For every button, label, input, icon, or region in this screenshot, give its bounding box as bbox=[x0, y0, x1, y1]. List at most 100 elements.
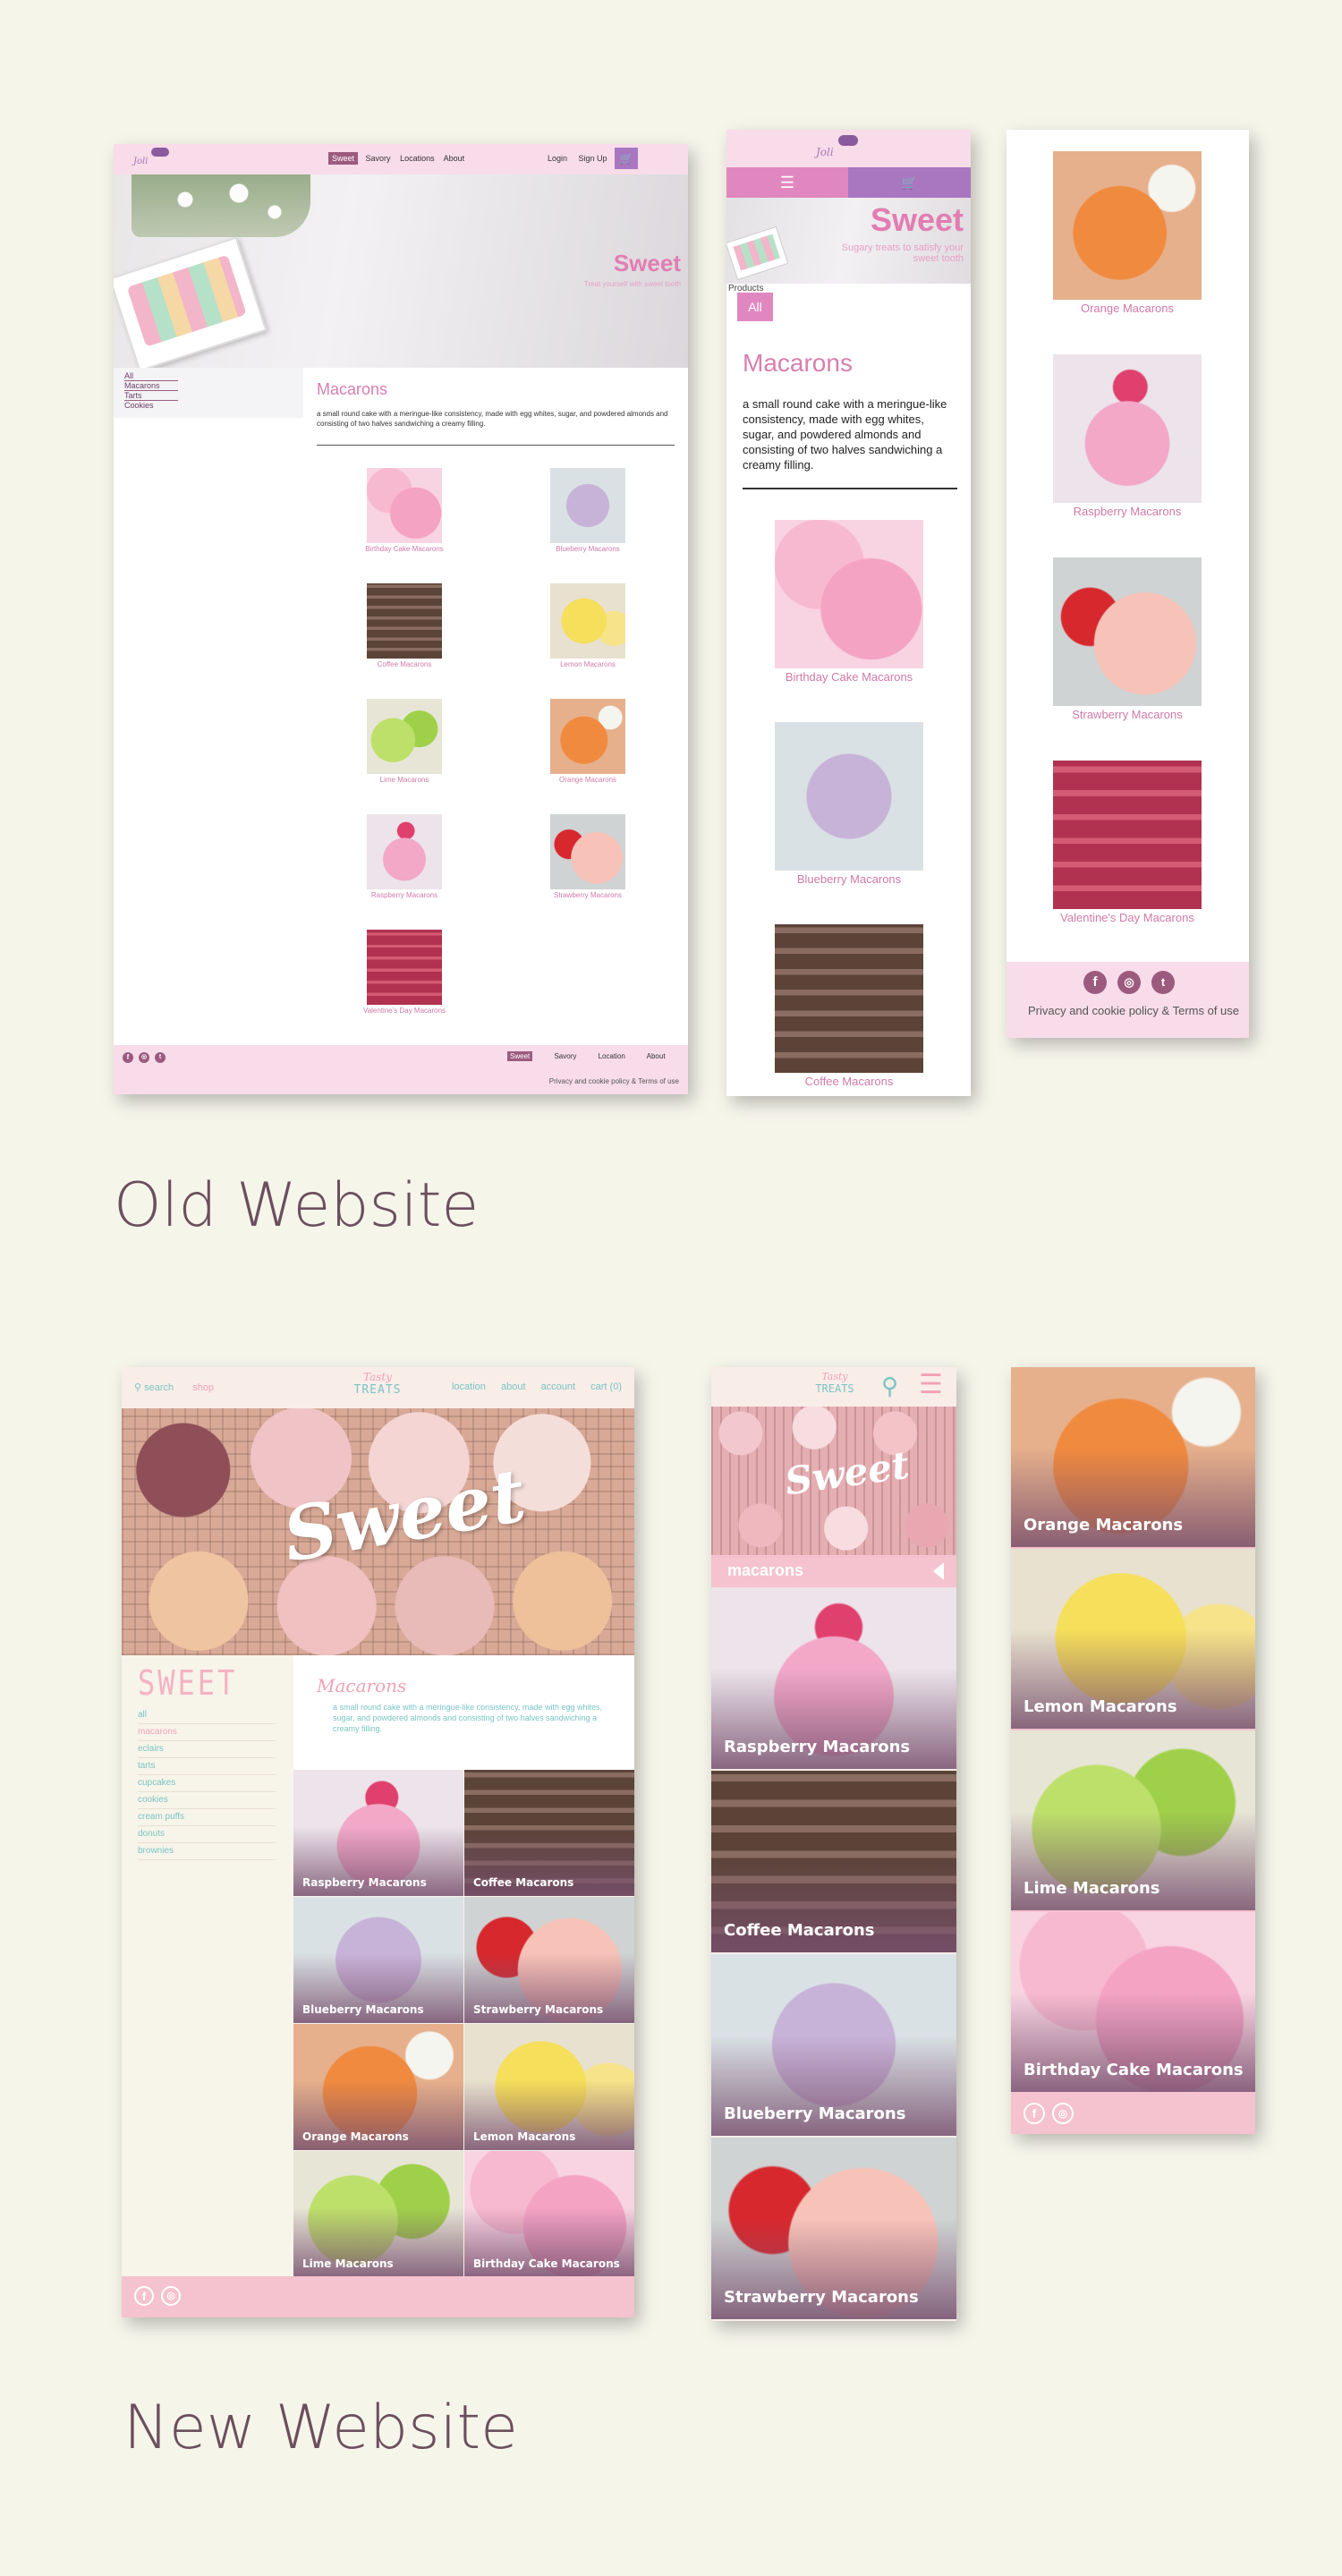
sidebar-tarts[interactable]: Tarts bbox=[124, 391, 178, 401]
nav-cart[interactable]: cart (0) bbox=[590, 1382, 622, 1392]
shop-link[interactable]: shop bbox=[192, 1382, 214, 1393]
orange-macarons-image[interactable] bbox=[1053, 151, 1202, 300]
sidebar-all[interactable]: All bbox=[124, 371, 178, 381]
mobile-menu-button[interactable]: ☰ bbox=[726, 167, 848, 198]
footer-sweet[interactable]: Sweet bbox=[507, 1051, 533, 1061]
strawberry-macarons-tile[interactable]: Strawberry Macarons bbox=[464, 1897, 634, 2023]
chevron-left-icon[interactable] bbox=[933, 1562, 944, 1580]
coffee-macarons-tile[interactable]: Coffee Macarons bbox=[464, 1770, 634, 1896]
footer-location[interactable]: Location bbox=[599, 1052, 625, 1060]
sidebar-cookies[interactable]: cookies bbox=[138, 1792, 276, 1809]
product-caption[interactable]: Birthday Cake Macarons bbox=[735, 670, 963, 684]
search-icon[interactable]: ⚲ bbox=[881, 1373, 898, 1400]
category-bar[interactable]: macarons bbox=[711, 1555, 956, 1587]
raspberry-macarons-tile[interactable]: Raspberry Macarons bbox=[293, 1770, 463, 1896]
nav-location[interactable]: location bbox=[452, 1382, 486, 1392]
lemon-macarons-tile[interactable]: Lemon Macarons bbox=[464, 2024, 634, 2150]
instagram-icon[interactable]: ◎ bbox=[139, 1052, 149, 1063]
product-caption[interactable]: Valentine's Day Macarons bbox=[1015, 911, 1239, 924]
nav-about[interactable]: About bbox=[444, 154, 465, 163]
footer-privacy[interactable]: Privacy and cookie policy & Terms of use bbox=[1024, 1003, 1239, 1019]
strawberry-macarons-tile[interactable]: Strawberry Macarons bbox=[711, 2138, 956, 2319]
product-caption[interactable]: Raspberry Macarons bbox=[340, 891, 469, 899]
sidebar-all[interactable]: all bbox=[138, 1707, 276, 1724]
nav-locations[interactable]: Locations bbox=[400, 154, 435, 163]
product-caption[interactable]: Lime Macarons bbox=[340, 776, 469, 784]
nav-sweet[interactable]: Sweet bbox=[328, 152, 359, 165]
birthday-cake-macarons-tile[interactable]: Birthday Cake Macarons bbox=[1011, 1912, 1255, 2092]
all-filter-button[interactable]: All bbox=[737, 293, 773, 321]
coffee-macarons-tile[interactable]: Coffee Macarons bbox=[711, 1771, 956, 1952]
product-caption[interactable]: Strawberry Macarons bbox=[1015, 708, 1239, 721]
tasty-treats-logo[interactable]: Tasty TREATS bbox=[810, 1371, 860, 1395]
cart-button[interactable]: 🛒 bbox=[615, 148, 638, 169]
lime-macarons-tile[interactable]: Lime Macarons bbox=[1011, 1730, 1255, 1910]
lime-macarons-image[interactable] bbox=[367, 699, 442, 774]
strawberry-macarons-image[interactable] bbox=[550, 814, 625, 889]
footer-savory[interactable]: Savory bbox=[554, 1052, 576, 1060]
mobile-cart-button[interactable]: 🛒 bbox=[848, 167, 971, 198]
facebook-icon[interactable]: f bbox=[134, 2286, 154, 2306]
instagram-icon[interactable]: ◎ bbox=[161, 2286, 181, 2306]
sidebar-cookies[interactable]: Cookies bbox=[124, 401, 293, 410]
orange-macarons-tile[interactable]: Orange Macarons bbox=[293, 2024, 463, 2150]
old-logo[interactable]: Joli bbox=[133, 148, 187, 171]
product-caption[interactable]: Orange Macarons bbox=[1015, 302, 1239, 315]
lemon-macarons-image[interactable] bbox=[550, 583, 625, 659]
facebook-icon[interactable]: f bbox=[123, 1052, 133, 1063]
sidebar-tarts[interactable]: tarts bbox=[138, 1758, 276, 1775]
signup-link[interactable]: Sign Up bbox=[579, 154, 607, 163]
instagram-icon[interactable]: ◎ bbox=[1117, 971, 1141, 994]
raspberry-macarons-tile[interactable]: Raspberry Macarons bbox=[711, 1587, 956, 1769]
coffee-macarons-image[interactable] bbox=[367, 583, 442, 659]
lime-macarons-tile[interactable]: Lime Macarons bbox=[293, 2151, 463, 2277]
sidebar-eclairs[interactable]: eclairs bbox=[138, 1741, 276, 1758]
product-caption[interactable]: Blueberry Macarons bbox=[735, 872, 963, 886]
instagram-icon[interactable]: ◎ bbox=[1052, 2103, 1074, 2124]
birthday-cake-macarons-image[interactable] bbox=[775, 520, 923, 668]
product-caption[interactable]: Coffee Macarons bbox=[340, 660, 469, 668]
nav-about[interactable]: about bbox=[501, 1382, 526, 1392]
sidebar-cream-puffs[interactable]: cream puffs bbox=[138, 1809, 276, 1826]
valentine-s-day-macarons-image[interactable] bbox=[367, 930, 442, 1005]
twitter-icon[interactable]: t bbox=[155, 1052, 166, 1063]
lemon-macarons-tile[interactable]: Lemon Macarons bbox=[1011, 1549, 1255, 1729]
twitter-icon[interactable]: t bbox=[1151, 971, 1175, 994]
product-caption[interactable]: Blueberry Macarons bbox=[523, 545, 652, 553]
orange-macarons-tile[interactable]: Orange Macarons bbox=[1011, 1367, 1255, 1547]
sidebar-macarons[interactable]: Macarons bbox=[124, 381, 178, 391]
product-caption[interactable]: Raspberry Macarons bbox=[1015, 505, 1239, 518]
facebook-icon[interactable]: f bbox=[1023, 2103, 1045, 2124]
valentine-s-day-macarons-image[interactable] bbox=[1053, 761, 1202, 909]
footer-privacy[interactable]: Privacy and cookie policy & Terms of use bbox=[549, 1077, 679, 1085]
raspberry-macarons-image[interactable] bbox=[1053, 354, 1202, 503]
birthday-cake-macarons-image[interactable] bbox=[367, 468, 442, 543]
blueberry-macarons-tile[interactable]: Blueberry Macarons bbox=[711, 1954, 956, 2136]
sidebar-brownies[interactable]: brownies bbox=[138, 1843, 276, 1860]
blueberry-macarons-image[interactable] bbox=[775, 722, 923, 871]
search-link[interactable]: search bbox=[144, 1382, 174, 1393]
facebook-icon[interactable]: f bbox=[1083, 971, 1107, 994]
product-caption[interactable]: Orange Macarons bbox=[523, 776, 652, 784]
coffee-macarons-image[interactable] bbox=[775, 924, 923, 1073]
footer-about[interactable]: About bbox=[647, 1052, 666, 1060]
birthday-cake-macarons-tile[interactable]: Birthday Cake Macarons bbox=[464, 2151, 634, 2277]
sidebar-donuts[interactable]: donuts bbox=[138, 1826, 276, 1843]
tasty-treats-logo[interactable]: Tasty TREATS bbox=[351, 1371, 404, 1405]
product-caption[interactable]: Strawberry Macarons bbox=[523, 891, 652, 899]
login-link[interactable]: Login bbox=[548, 154, 567, 163]
product-caption[interactable]: Lemon Macarons bbox=[523, 660, 652, 668]
nav-account[interactable]: account bbox=[541, 1382, 576, 1392]
sidebar-macarons[interactable]: macarons bbox=[138, 1724, 276, 1741]
raspberry-macarons-image[interactable] bbox=[367, 814, 442, 889]
nav-savory[interactable]: Savory bbox=[366, 154, 391, 163]
strawberry-macarons-image[interactable] bbox=[1053, 557, 1202, 706]
hamburger-icon[interactable]: ☰ bbox=[919, 1369, 943, 1400]
blueberry-macarons-tile[interactable]: Blueberry Macarons bbox=[293, 1897, 463, 2023]
product-caption[interactable]: Coffee Macarons bbox=[735, 1075, 963, 1088]
product-caption[interactable]: Birthday Cake Macarons bbox=[340, 545, 469, 553]
sidebar-cupcakes[interactable]: cupcakes bbox=[138, 1775, 276, 1792]
product-caption[interactable]: Valentine's Day Macarons bbox=[340, 1007, 469, 1015]
orange-macarons-image[interactable] bbox=[550, 699, 625, 774]
blueberry-macarons-image[interactable] bbox=[550, 468, 625, 543]
